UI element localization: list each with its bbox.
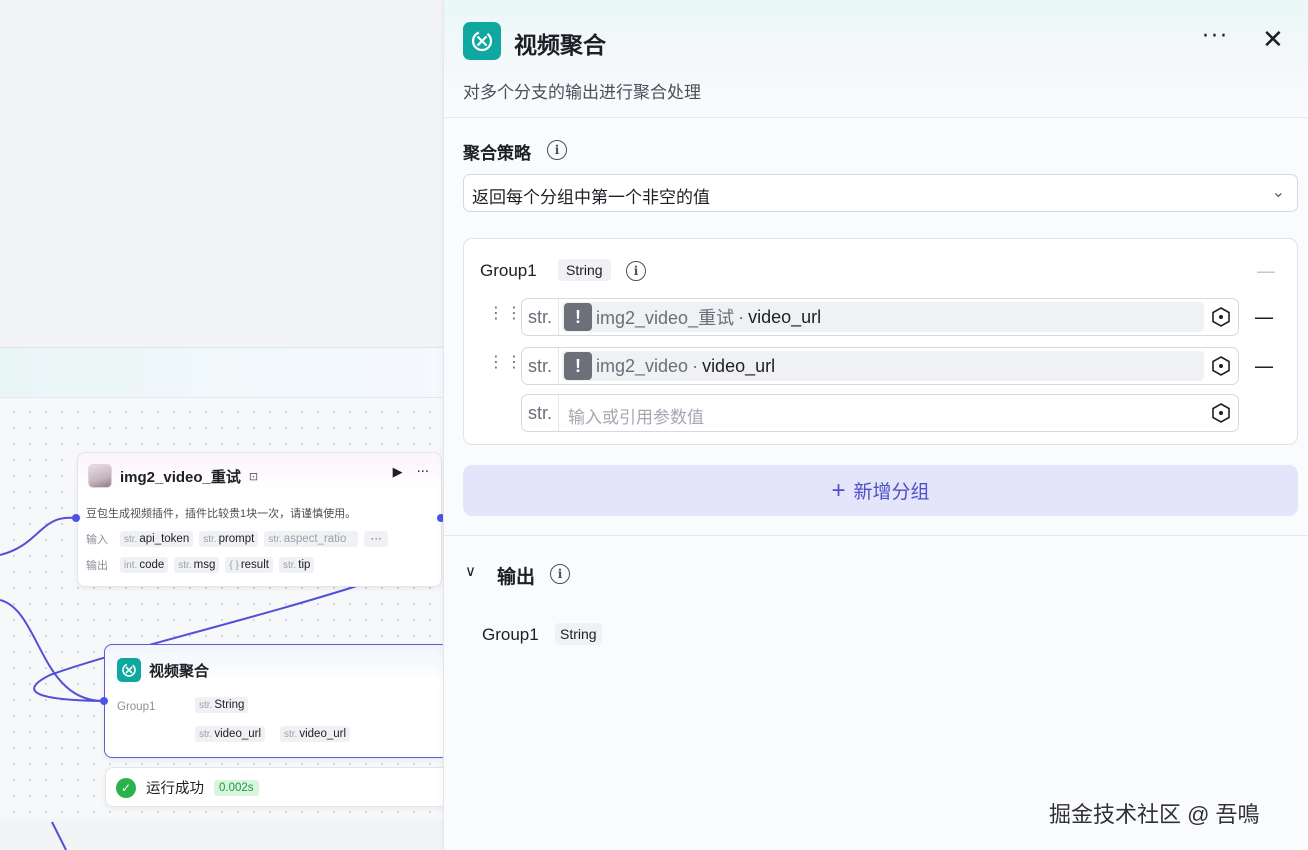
output-tag: { } result — [225, 557, 273, 573]
panel-header: 视频聚合 ··· ✕ 对多个分支的输出进行聚合处理 — [444, 0, 1308, 118]
group-variable-row[interactable]: str. ! img2_video · video_url — [521, 347, 1239, 385]
input-tag: str. prompt — [199, 531, 259, 547]
source-field-name: video_url — [748, 306, 822, 327]
input-tag: str. aspect_ratio — [264, 531, 359, 547]
type-prefix: str. — [522, 395, 559, 431]
edge-to-img2 — [0, 516, 75, 556]
variable-reference-icon[interactable] — [1210, 306, 1232, 328]
type-prefix: str. — [522, 348, 559, 384]
output-tag: str. msg — [174, 557, 220, 573]
plugin-avatar — [88, 464, 112, 488]
group-type-badge: String — [558, 259, 611, 281]
info-icon[interactable]: i — [550, 564, 570, 584]
group-var-tag: str. video_url — [195, 726, 266, 742]
group-name[interactable]: Group1 — [480, 261, 537, 281]
variable-reference-icon[interactable] — [1210, 402, 1232, 424]
plus-icon: + — [831, 476, 846, 504]
chevron-down-icon: ⌄ — [1271, 182, 1285, 201]
remove-variable-icon[interactable]: — — [1254, 354, 1274, 378]
variable-reference-icon[interactable] — [1210, 355, 1232, 377]
source-node-name: img2_video_重试 — [596, 308, 735, 328]
run-node-icon[interactable]: ▶ — [393, 465, 403, 480]
section-divider — [444, 535, 1308, 536]
outputs-label: 输出 — [86, 560, 108, 572]
warning-icon: ! — [564, 303, 592, 331]
warning-icon: ! — [564, 352, 592, 380]
remove-group-icon[interactable]: — — [1256, 259, 1276, 283]
node-video-aggregate[interactable]: 视频聚合 Group1 str. String str. video_url str… — [104, 644, 443, 758]
run-time-badge: 0.002s — [214, 779, 259, 796]
agg-input-port[interactable] — [100, 697, 108, 705]
node-description: 豆包生成视频插件，插件比较贵1块一次，请谨慎使用。 — [86, 508, 357, 520]
aggregate-icon — [463, 22, 501, 60]
node-title: 视频聚合 — [149, 662, 210, 680]
run-status-bar: ✓ 运行成功 0.002s — [105, 767, 443, 807]
more-inputs-tag[interactable]: ··· — [364, 531, 388, 547]
img2-input-port[interactable] — [72, 514, 80, 522]
inputs-label: 输入 — [86, 534, 108, 546]
strategy-label: 聚合策略 — [463, 144, 531, 163]
node-inputs: 输入 str. api_token str. prompt str. aspect_r… — [86, 531, 388, 547]
output-type-badge: String — [555, 623, 602, 645]
group-type-tag: str. String — [195, 697, 249, 713]
source-field-name: video_url — [702, 355, 776, 376]
status-text: 运行成功 — [146, 781, 204, 797]
separator: · — [692, 355, 699, 376]
output-tag: int. code — [120, 557, 169, 573]
info-icon[interactable]: i — [547, 140, 567, 160]
add-group-button[interactable]: + 新增分组 — [463, 465, 1298, 516]
node-outputs: 输出 int. code str. msg { } result str. tip — [86, 557, 315, 573]
add-group-label: 新增分组 — [853, 482, 930, 503]
info-icon[interactable]: i — [626, 261, 646, 281]
node-title: img2_video_重试 — [120, 468, 241, 486]
variable-placeholder[interactable]: 输入或引用参数值 — [568, 403, 704, 428]
group-label: Group1 — [117, 701, 156, 713]
node-img2-video-retry[interactable]: img2_video_重试 ⊡ ▶ ··· 豆包生成视频插件，插件比较贵1块一次… — [77, 452, 442, 587]
strategy-selected-value: 返回每个分组中第一个非空的值 — [472, 188, 710, 207]
more-options-icon[interactable]: ··· — [1202, 24, 1229, 49]
node-more-icon[interactable]: ··· — [417, 465, 429, 480]
group-var-tag: str. video_url — [280, 726, 351, 742]
watermark: 掘金技术社区 @ 吾鳴 — [1049, 802, 1260, 827]
panel-description[interactable]: 对多个分支的输出进行聚合处理 — [463, 78, 701, 103]
plugin-badge-icon: ⊡ — [248, 469, 259, 483]
input-tag: str. api_token — [120, 531, 194, 547]
type-prefix: str. — [522, 299, 559, 335]
source-node-name: img2_video — [596, 355, 689, 376]
remove-variable-icon[interactable]: — — [1254, 305, 1274, 329]
output-section-label[interactable]: 输出 — [497, 562, 535, 589]
group-card: Group1 String i — ⋮⋮ str. ! img2_video_重… — [463, 238, 1298, 445]
strategy-select[interactable]: 返回每个分组中第一个非空的值 ⌄ — [463, 174, 1298, 212]
group-variable-row[interactable]: str. ! img2_video_重试 · video_url — [521, 298, 1239, 336]
output-tag: str. tip — [278, 557, 315, 573]
output-name: Group1 — [482, 625, 539, 644]
drag-handle-icon[interactable]: ⋮⋮ — [488, 354, 524, 370]
aggregate-icon — [117, 658, 141, 682]
variable-reference-chip[interactable]: ! img2_video · video_url — [562, 351, 1204, 381]
variable-reference-chip[interactable]: ! img2_video_重试 · video_url — [562, 302, 1204, 332]
new-variable-input[interactable]: str. 输入或引用参数值 — [521, 394, 1239, 432]
node-config-panel: 视频聚合 ··· ✕ 对多个分支的输出进行聚合处理 聚合策略 i 返回每个分组中… — [443, 0, 1308, 850]
close-icon[interactable]: ✕ — [1262, 26, 1284, 54]
separator: · — [738, 306, 745, 327]
edge-to-agg-1 — [0, 599, 103, 702]
edge-bottom — [51, 821, 67, 850]
panel-title[interactable]: 视频聚合 — [514, 26, 606, 60]
success-check-icon: ✓ — [116, 777, 136, 798]
workflow-canvas[interactable]: img2_video_重试 ⊡ ▶ ··· 豆包生成视频插件，插件比较贵1块一次… — [0, 0, 443, 850]
chevron-down-icon[interactable]: ∨ — [465, 562, 476, 580]
drag-handle-icon[interactable]: ⋮⋮ — [488, 305, 524, 321]
